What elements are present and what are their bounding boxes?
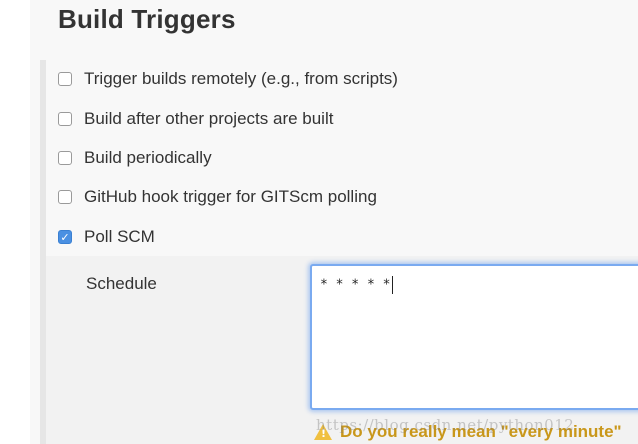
- left-rail: [0, 0, 30, 444]
- watermark: https://blog.csdn.net/python012: [316, 416, 575, 434]
- trigger-remotely-label[interactable]: Trigger builds remotely (e.g., from scri…: [84, 69, 398, 89]
- schedule-label: Schedule: [86, 274, 157, 293]
- build-after-other-projects-option[interactable]: Build after other projects are built: [58, 107, 333, 131]
- poll-scm-checkbox[interactable]: ✓: [58, 230, 72, 244]
- poll-scm-label[interactable]: Poll SCM: [84, 227, 155, 247]
- trigger-remotely-option[interactable]: Trigger builds remotely (e.g., from scri…: [58, 67, 398, 91]
- build-periodically-label[interactable]: Build periodically: [84, 148, 212, 168]
- schedule-value: * * * * *: [320, 277, 391, 293]
- jenkins-config-page: Build Triggers Trigger builds remotely (…: [0, 0, 638, 444]
- poll-scm-option[interactable]: ✓ Poll SCM: [58, 225, 155, 249]
- build-after-other-projects-checkbox[interactable]: [58, 112, 72, 126]
- schedule-textarea[interactable]: * * * * *: [310, 264, 638, 410]
- section-title: Build Triggers: [58, 4, 236, 34]
- text-caret: [392, 276, 394, 294]
- github-hook-trigger-label[interactable]: GitHub hook trigger for GITScm polling: [84, 187, 377, 207]
- github-hook-trigger-option[interactable]: GitHub hook trigger for GITScm polling: [58, 185, 377, 209]
- checkmark-icon: ✓: [60, 230, 70, 244]
- build-after-other-projects-label[interactable]: Build after other projects are built: [84, 109, 333, 129]
- build-periodically-checkbox[interactable]: [58, 151, 72, 165]
- trigger-remotely-checkbox[interactable]: [58, 72, 72, 86]
- build-periodically-option[interactable]: Build periodically: [58, 146, 212, 170]
- github-hook-trigger-checkbox[interactable]: [58, 190, 72, 204]
